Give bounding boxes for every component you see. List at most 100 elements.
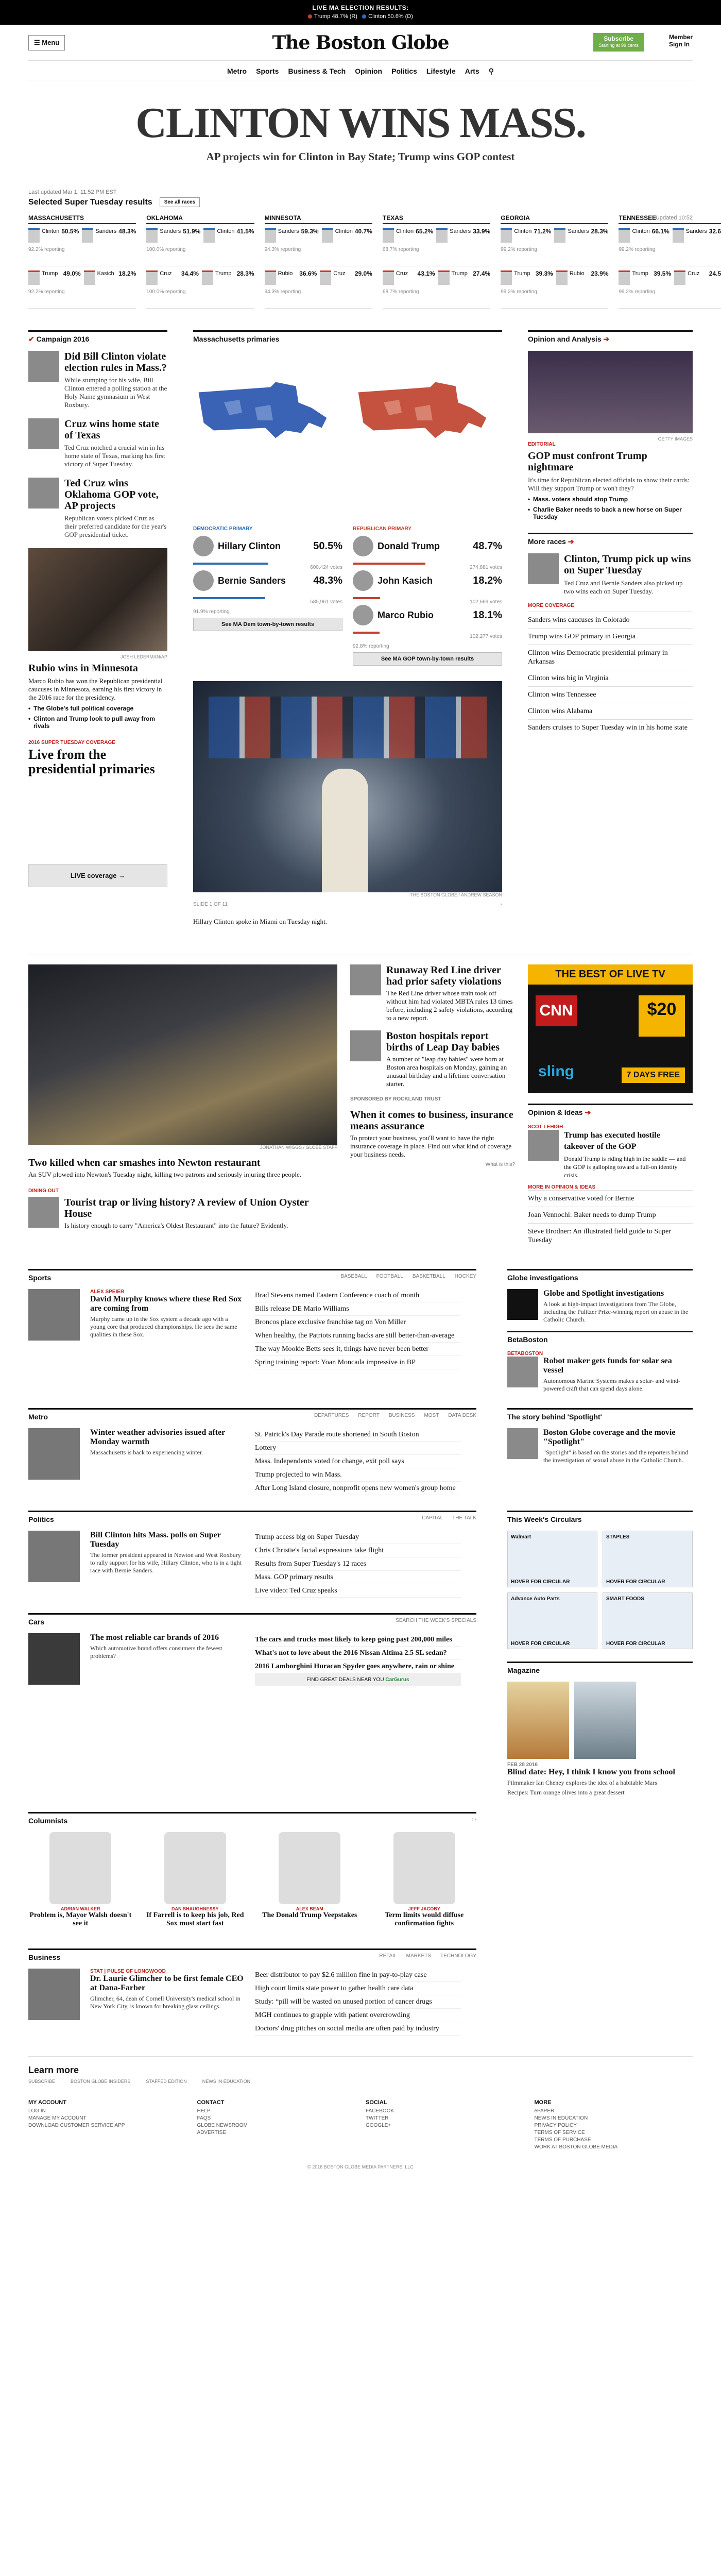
more-coverage-link[interactable]: Sanders wins caucuses in Colorado [528,612,693,628]
cargurus-button[interactable]: FIND GREAT DEALS NEAR YOU CarGurus [255,1673,461,1686]
tab-basketball[interactable]: BASKETBALL [413,1274,445,1279]
business-link[interactable]: Doctors' drug pitches on social media ar… [255,2022,461,2036]
tab-capital[interactable]: CAPITAL [422,1515,443,1521]
cars-thumb[interactable] [28,1633,80,1685]
rubio-photo[interactable] [28,548,167,651]
metro-link[interactable]: Trump projected to win Mass. [255,1468,461,1482]
op-link[interactable]: Why a conservative voted for Bernie [528,1190,693,1207]
dining-headline[interactable]: Tourist trap or living history? A review… [64,1197,337,1219]
state-column[interactable]: OKLAHOMA Sanders 51.9% Clinton 41.5% 100.0% r… [146,211,254,309]
politics-thumb[interactable] [28,1531,80,1582]
election-ticker[interactable]: LIVE MA ELECTION RESULTS: Trump 48.7% (R… [0,0,721,25]
politics-link[interactable]: Chris Christie's facial expressions take… [255,1544,461,1557]
nav-business[interactable]: Business & Tech [288,67,346,75]
search-icon[interactable]: ⚲ [489,67,494,75]
primary-candidate[interactable]: Marco Rubio 18.1% 102,277 votes [353,605,502,639]
metro-link[interactable]: After Long Island closure, nonprofit ope… [255,1482,461,1495]
next-slide-icon[interactable]: › [501,902,502,907]
primary-candidate[interactable]: Bernie Sanders 48.3% 585,961 votes [193,570,342,605]
footer-link[interactable]: NEWS IN EDUCATION [202,2079,250,2084]
footer-link[interactable]: GLOBE NEWSROOM [197,2122,356,2129]
columnist[interactable]: DAN SHAUGHNESSY If Farrell is to keep his… [143,1832,248,1928]
magazine-cover[interactable] [507,1682,569,1759]
tab-business[interactable]: BUSINESS [389,1413,415,1418]
business-link[interactable]: Beer distributor to pay $2.6 million fin… [255,1969,461,1982]
metro-link[interactable]: Lottery [255,1442,461,1455]
opinion-headline[interactable]: GOP must confront Trump nightmare [528,450,693,473]
dem-map[interactable] [193,371,332,449]
cars-search-link[interactable]: SEARCH THE WEEK'S SPECIALS [396,1618,476,1623]
footer-link[interactable]: TERMS OF PURCHASE [535,2137,693,2144]
state-column[interactable]: GEORGIA Clinton 71.2% Sanders 28.3% 99.2% rep… [501,211,609,309]
tab-departures[interactable]: DEPARTURES [314,1413,349,1418]
sports-link[interactable]: Broncos place exclusive franchise tag on… [255,1316,461,1329]
magazine-link[interactable]: Recipes: Turn orange olives into a great… [507,1789,693,1797]
sponsored-headline[interactable]: When it comes to business, insurance mea… [350,1109,515,1132]
metro-headline[interactable]: Winter weather advisories issued after M… [90,1428,245,1447]
opinion-link[interactable]: Charlie Baker needs to back a new horse … [528,506,693,520]
story-behind-title[interactable]: The story behind 'Spotlight' [507,1413,602,1421]
columnists-title[interactable]: Columnists [28,1817,67,1825]
nav-arts[interactable]: Arts [465,67,479,75]
primary-candidate[interactable]: John Kasich 18.2% 102,669 votes [353,570,502,605]
circulars-title[interactable]: This Week's Circulars [507,1515,582,1523]
crash-headline[interactable]: Two killed when car smashes into Newton … [28,1157,337,1168]
metro-thumb[interactable] [28,1428,80,1480]
see-all-races-button[interactable]: See all races [159,197,200,207]
betaboston-title[interactable]: BetaBoston [507,1335,548,1344]
story-headline[interactable]: Cruz wins home state of Texas [64,418,167,441]
more-coverage-link[interactable]: Sanders cruises to Super Tuesday win in … [528,719,693,736]
business-thumb[interactable] [28,1969,80,2020]
footer-link[interactable]: STAFFED EDITION [146,2079,186,2084]
more-coverage-link[interactable]: Trump wins GOP primary in Georgia [528,628,693,645]
tab-technology[interactable]: TECHNOLOGY [440,1953,476,1959]
tab-data-desk[interactable]: DATA DESK [448,1413,476,1418]
magazine-link[interactable]: Filmmaker Ian Cheney explores the idea o… [507,1779,693,1787]
crash-photo[interactable] [28,964,337,1145]
live-headline[interactable]: Live from the presidential primaries [28,748,167,776]
tab-most[interactable]: MOST [424,1413,439,1418]
state-column[interactable]: MASSACHUSETTS Clinton 50.5% Sanders 48.3% 92.… [28,211,136,309]
rep-map[interactable] [353,371,492,449]
sling-ad[interactable]: THE BEST OF LIVE TV CNN $20 sling 7 DAYS… [528,964,693,1093]
spotlight-headline[interactable]: Boston Globe coverage and the movie "Spo… [543,1428,693,1447]
investigations-title[interactable]: Globe investigations [507,1274,578,1282]
main-headline[interactable]: CLINTON WINS MASS. [28,100,693,146]
footer-link[interactable]: NEWS IN EDUCATION [535,2115,693,2122]
politics-link[interactable]: Live video: Ted Cruz speaks [255,1584,461,1598]
columnist[interactable]: ALEX BEAM The Donald Trump Veepstakes [258,1832,362,1928]
sports-headline[interactable]: David Murphy knows where these Red Sox a… [90,1295,245,1313]
metro-link[interactable]: Mass. Independents voted for change, exi… [255,1455,461,1468]
rep-town-results-button[interactable]: See MA GOP town-by-town results [353,652,502,666]
business-title[interactable]: Business [28,1953,60,1961]
business-headline[interactable]: Dr. Laurie Glimcher to be first female C… [90,1974,245,1993]
feature-headline[interactable]: Rubio wins in Minnesota [28,663,167,674]
footer-link[interactable]: HELP [197,2108,356,2115]
footer-link[interactable]: WORK AT BOSTON GLOBE MEDIA [535,2144,693,2151]
footer-link[interactable]: MANAGE MY ACCOUNT [28,2115,187,2122]
more-coverage-link[interactable]: Clinton wins Democratic presidential pri… [528,645,693,670]
member-signin[interactable]: Member Sign In [669,33,693,48]
op-link[interactable]: Joan Vennochi: Baker needs to dump Trump [528,1207,693,1223]
politics-link[interactable]: Mass. GOP primary results [255,1571,461,1584]
metro-title[interactable]: Metro [28,1413,48,1421]
primary-candidate[interactable]: Hillary Clinton 50.5% 600,424 votes [193,536,342,570]
related-link[interactable]: Clinton and Trump look to pull away from… [28,715,167,730]
nav-metro[interactable]: Metro [227,67,247,75]
circular[interactable]: STAPLES HOVER FOR CIRCULAR [603,1531,693,1587]
more-races-header[interactable]: More races ➔ [528,533,693,546]
nav-politics[interactable]: Politics [391,67,417,75]
story-headline[interactable]: Did Bill Clinton violate election rules … [64,351,167,374]
sports-title[interactable]: Sports [28,1274,51,1282]
politics-title[interactable]: Politics [28,1515,54,1523]
footer-link[interactable]: TERMS OF SERVICE [535,2129,693,2137]
footer-link[interactable]: FACEBOOK [366,2108,524,2115]
business-link[interactable]: High court limits state power to gather … [255,1982,461,1995]
columnist-nav[interactable]: ‹ › [472,1817,476,1825]
footer-link[interactable]: DOWNLOAD CUSTOMER SERVICE APP [28,2122,187,2129]
opinion-header[interactable]: Opinion and Analysis ➔ [528,330,693,344]
subscribe-button[interactable]: Subscribe Starting at 99 cents [593,33,644,52]
tab-report[interactable]: REPORT [358,1413,380,1418]
circular[interactable]: Walmart HOVER FOR CIRCULAR [507,1531,597,1587]
opinion-ideas-header[interactable]: Opinion & Ideas ➔ [528,1104,693,1117]
